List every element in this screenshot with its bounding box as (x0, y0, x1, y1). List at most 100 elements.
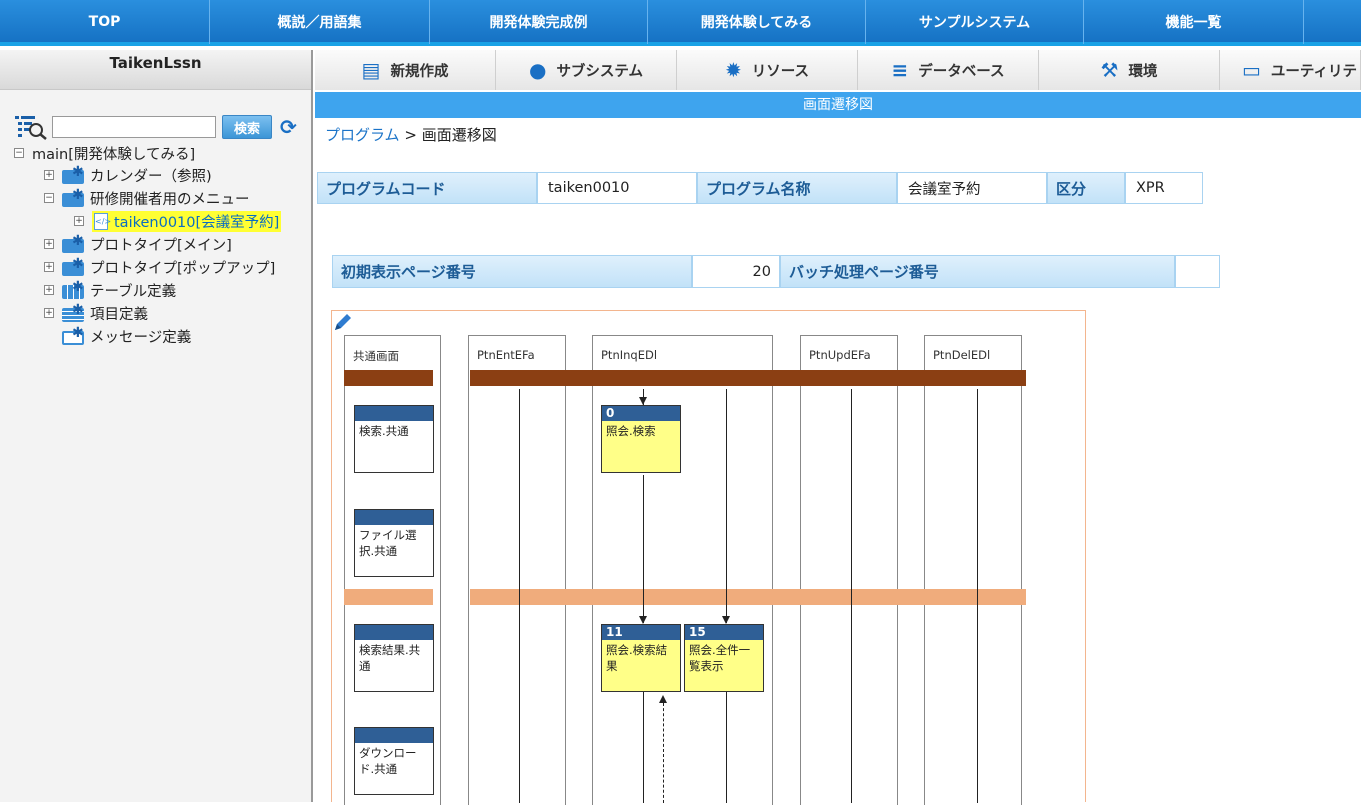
tree-node-organizer-menu[interactable]: − ✱ 研修開催者用のメニュー (44, 187, 250, 209)
subnav-label: ユーティリテ (1270, 63, 1358, 80)
expand-icon[interactable]: + (44, 170, 54, 180)
subnav-utility[interactable]: ▭ ユーティリテ (1220, 50, 1361, 90)
sidebar: TaikenLssn 検索 ⟳ − main[開発体験してみる] + ✱ カレン… (0, 50, 313, 802)
flow-line (643, 691, 644, 803)
program-code-value: taiken0010 (537, 172, 697, 204)
arrow-down-icon (722, 616, 730, 624)
card-label: 検索結果.共通 (359, 643, 421, 673)
init-page-value: 20 (692, 255, 780, 288)
gear-icon: ✹ (724, 58, 742, 82)
expand-icon[interactable]: + (44, 285, 54, 295)
lane-ptnentefa: PtnEntEFa (468, 335, 566, 805)
subnav-label: リソース (751, 63, 810, 80)
subnav-environment[interactable]: ⚒ 環境 (1039, 50, 1220, 90)
monitor-icon: ▭ (1242, 58, 1261, 82)
list-gear-icon: ✱ (62, 302, 88, 322)
folder-gear-icon: ✱ (62, 187, 88, 207)
program-code-label: プログラムコード (317, 172, 537, 204)
subnav-new[interactable]: ▤ 新規作成 (315, 50, 496, 90)
card-label: 照会.全件一覧表示 (689, 643, 751, 673)
dashed-flow-line (663, 703, 664, 803)
program-info: プログラムコード taiken0010 プログラム名称 会議室予約 区分 XPR (317, 172, 1203, 204)
light-bar-main (470, 589, 1026, 605)
top-nav: TOP 概説／用語集 開発体験完成例 開発体験してみる サンプルシステム 機能一… (0, 0, 1361, 46)
card-download-common[interactable]: ダウンロード.共通 (354, 727, 434, 795)
tree-node-item-def[interactable]: + ✱ 項目定義 (44, 302, 148, 324)
nav-sample-system[interactable]: サンプルシステム (866, 0, 1084, 44)
subnav-label: データベース (918, 63, 1005, 80)
breadcrumb-program-link[interactable]: プログラム (325, 126, 400, 144)
breadcrumb-current: 画面遷移図 (421, 126, 497, 144)
lane-title: PtnUpdEFa (809, 348, 871, 362)
folder-gear-icon: ✱ (62, 256, 88, 276)
lane-title: PtnInqEDl (601, 348, 658, 362)
tree-node-label: プロトタイプ[メイン] (90, 237, 232, 254)
program-name-value: 会議室予約 (897, 172, 1047, 204)
nav-overview[interactable]: 概説／用語集 (210, 0, 430, 44)
collapse-icon[interactable]: − (14, 148, 24, 158)
dark-bar-common (344, 370, 433, 386)
expand-icon[interactable]: + (44, 239, 54, 249)
card-header (355, 510, 433, 525)
expand-icon[interactable]: + (44, 308, 54, 318)
subnav-subsystem[interactable]: ● サブシステム (496, 50, 677, 90)
tree-node-label: テーブル定義 (90, 283, 177, 300)
wrench-icon: ⚒ (1100, 58, 1119, 82)
card-label: ダウンロード.共通 (359, 746, 417, 776)
program-file-icon: </> (94, 212, 111, 230)
tree-node-label: 研修開催者用のメニュー (90, 191, 250, 208)
card-number: 15 (685, 625, 763, 640)
card-label: ファイル選択.共通 (359, 528, 417, 558)
card-page-0[interactable]: 0 照会.検索 (601, 405, 681, 473)
tree-node-label: カレンダー（参照) (90, 168, 212, 185)
tree-node-main[interactable]: − main[開発体験してみる] (14, 142, 195, 164)
search-button[interactable]: 検索 (222, 115, 272, 139)
batch-page-value (1175, 255, 1220, 288)
tree-node-label: メッセージ定義 (90, 329, 192, 346)
user-icon: ● (528, 58, 547, 82)
card-page-11[interactable]: 11 照会.検索結果 (601, 624, 681, 692)
init-page-label: 初期表示ページ番号 (332, 255, 692, 288)
message-gear-icon: ✱ (62, 325, 88, 345)
nav-completed-example[interactable]: 開発体験完成例 (430, 0, 648, 44)
tree-search: 検索 ⟳ (14, 114, 300, 140)
kubun-value: XPR (1125, 172, 1203, 204)
main-content: ▤ 新規作成 ● サブシステム ✹ リソース ≡ データベース ⚒ 環境 ▭ ユーティリテ … (315, 50, 1361, 805)
expand-icon[interactable]: + (44, 262, 54, 272)
tree-node-table-def[interactable]: + ✱ テーブル定義 (44, 279, 176, 301)
tree-node-taiken0010[interactable]: + </> taiken0010[会議室予約] (74, 210, 282, 232)
document-icon: ▤ (361, 58, 381, 82)
nav-feature-list[interactable]: 機能一覧 (1084, 0, 1304, 44)
database-icon: ≡ (891, 58, 909, 82)
lane-line (851, 389, 852, 803)
sub-nav: ▤ 新規作成 ● サブシステム ✹ リソース ≡ データベース ⚒ 環境 ▭ ユーティリテ (315, 50, 1361, 90)
page-info: 初期表示ページ番号 20 バッチ処理ページ番号 (332, 255, 1220, 288)
expand-icon[interactable]: + (74, 216, 84, 226)
edit-pencil-icon[interactable] (332, 311, 354, 337)
lane-title: PtnEntEFa (477, 348, 535, 362)
nav-top[interactable]: TOP (0, 0, 210, 44)
tree-node-calendar[interactable]: + ✱ カレンダー（参照) (44, 164, 212, 186)
arrow-up-icon (659, 695, 667, 703)
lane-ptnupdefa: PtnUpdEFa (800, 335, 898, 805)
subnav-database[interactable]: ≡ データベース (858, 50, 1039, 90)
card-header (355, 728, 433, 743)
arrow-down-icon (639, 397, 647, 405)
dark-bar-main (470, 370, 1026, 386)
card-search-result-common[interactable]: 検索結果.共通 (354, 624, 434, 692)
tree-node-prototype-main[interactable]: + ✱ プロトタイプ[メイン] (44, 233, 232, 255)
tree-node-prototype-popup[interactable]: + ✱ プロトタイプ[ポップアップ] (44, 256, 275, 278)
sidebar-title: TaikenLssn (0, 50, 311, 90)
card-page-15[interactable]: 15 照会.全件一覧表示 (684, 624, 764, 692)
card-label: 検索.共通 (359, 424, 409, 438)
subnav-label: 環境 (1128, 63, 1158, 80)
card-file-select-common[interactable]: ファイル選択.共通 (354, 509, 434, 577)
tree-node-label: main[開発体験してみる] (32, 146, 196, 163)
nav-try-development[interactable]: 開発体験してみる (648, 0, 866, 44)
tree-node-message-def[interactable]: ✱ メッセージ定義 (62, 325, 191, 347)
collapse-icon[interactable]: − (44, 193, 54, 203)
subnav-resource[interactable]: ✹ リソース (677, 50, 858, 90)
tree-search-input[interactable] (52, 116, 216, 138)
card-search-common[interactable]: 検索.共通 (354, 405, 434, 473)
refresh-icon[interactable]: ⟳ (280, 117, 300, 137)
